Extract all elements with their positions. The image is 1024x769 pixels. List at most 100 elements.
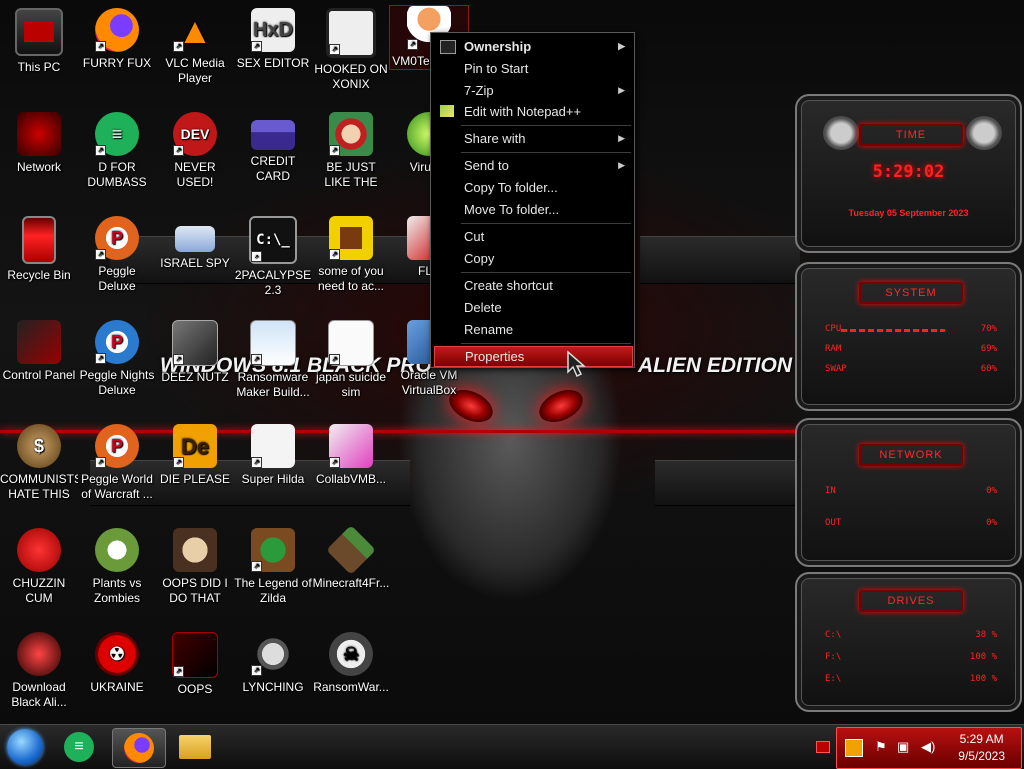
wallpaper-text-right: ALIEN EDITION 20: [638, 354, 822, 377]
desktop-icon[interactable]: ≡ ↗ D FOR DUMBASS: [78, 112, 156, 190]
icon-label: Recycle Bin: [7, 268, 71, 282]
taskbar-file-explorer[interactable]: [176, 728, 214, 766]
menu-separator: [461, 152, 631, 153]
desktop-icon[interactable]: Minecraft4Fr...: [312, 525, 390, 591]
menu-item-properties[interactable]: Properties: [434, 346, 633, 367]
shortcut-arrow-icon: ↗: [251, 665, 262, 676]
desktop-icon[interactable]: ↗ japan suicide sim: [312, 320, 390, 400]
desktop-icon[interactable]: Recycle Bin: [0, 216, 78, 283]
desktop-icon[interactable]: Control Panel: [0, 320, 78, 383]
action-center-flag-icon[interactable]: ⚑: [875, 739, 887, 755]
network-out-row: OUT 0%: [825, 518, 997, 528]
desktop-icon[interactable]: ↗ HOOKED ON XONIX: [312, 8, 390, 92]
desktop-icon[interactable]: DEV ↗ NEVER USED!: [156, 112, 234, 190]
wallpaper-band: [655, 460, 800, 506]
desktop-icon[interactable]: ☠ RansomWar...: [312, 632, 390, 695]
desktop-icon[interactable]: ↗ FURRY FUX: [78, 8, 156, 71]
desktop-icon[interactable]: ↗ The Legend of Zilda: [234, 528, 312, 606]
desktop-icon[interactable]: ↗ LYNCHING: [234, 632, 312, 695]
desktop-icon[interactable]: ☢ UKRAINE: [78, 632, 156, 695]
desktop-icon[interactable]: Plants vs Zombies: [78, 528, 156, 606]
menu-separator: [461, 125, 631, 126]
widget-clock: 5:29:02: [872, 162, 945, 182]
icon-label: DIE PLEASE: [159, 472, 231, 486]
desktop-icon[interactable]: ↗ CollabVMB...: [312, 424, 390, 487]
menu-item-move-to-folder[interactable]: Move To folder...: [434, 199, 631, 220]
context-menu: Ownership ▶ Pin to Start 7-Zip ▶ Edit wi…: [430, 32, 635, 368]
taskbar-chat-app[interactable]: ≡: [60, 728, 98, 766]
desktop-icon[interactable]: ISRAEL SPY: [156, 216, 234, 271]
menu-item-rename[interactable]: Rename: [434, 319, 631, 340]
icon-label: Plants vs Zombies: [92, 576, 142, 605]
time-widget-title: TIME: [859, 124, 963, 146]
menu-item-edit-notepad[interactable]: Edit with Notepad++: [434, 101, 631, 122]
desktop-icon[interactable]: HxD ↗ SEX EDITOR: [234, 8, 312, 71]
icon-label: VLC Media Player: [165, 56, 225, 85]
shortcut-arrow-icon: ↗: [329, 354, 340, 365]
taskbar: ≡ ⚑ ▣ ◀) 5:29 AM 9/5/2023: [0, 724, 1024, 769]
icon-label: Control Panel: [2, 368, 76, 382]
desktop-icon[interactable]: P ↗ Peggle World of Warcraft ...: [78, 424, 156, 502]
desktop-icon[interactable]: P ↗ Peggle Nights Deluxe: [78, 320, 156, 398]
icon-label: Peggle Nights Deluxe: [79, 368, 155, 397]
network-widget: NETWORK IN 0% OUT 0%: [795, 418, 1022, 567]
taskbar-clock[interactable]: 5:29 AM 9/5/2023: [958, 731, 1005, 765]
desktop-icon[interactable]: This PC: [0, 8, 78, 75]
network-in-row: IN 0%: [825, 486, 997, 496]
icon-label: CREDIT CARD CHECKER: [250, 154, 296, 183]
java-tray-icon[interactable]: [845, 739, 863, 757]
menu-item-pin-to-start[interactable]: Pin to Start: [434, 58, 631, 79]
computer-icon: [15, 8, 63, 56]
desktop-icon[interactable]: $ COMMUNISTS HATE THIS G...: [0, 424, 78, 502]
taskbar-firefox[interactable]: [112, 728, 166, 768]
dev-cpp-icon: DEV ↗: [173, 112, 217, 156]
alien-icon: ↗: [172, 632, 218, 678]
desktop-icon[interactable]: ↗ OOPS: [156, 632, 234, 697]
desktop-icon[interactable]: ↗ some of you need to ac...: [312, 216, 390, 294]
desktop-icon[interactable]: CHUZZIN CUM: [0, 528, 78, 606]
network-icon: [17, 112, 61, 156]
show-hidden-icons-button[interactable]: [816, 741, 830, 753]
icon-label: The Legend of Zilda: [234, 576, 312, 605]
menu-item-create-shortcut[interactable]: Create shortcut: [434, 275, 631, 296]
desktop-icon[interactable]: C:\_ ↗ 2PACALYPSE 2.3: [234, 216, 312, 298]
icon-label: CHUZZIN CUM: [12, 576, 66, 605]
mouse-cursor-icon: [567, 350, 586, 378]
menu-separator: [461, 272, 631, 273]
menu-item-send-to[interactable]: Send to ▶: [434, 155, 631, 176]
credit-card-icon: [251, 120, 295, 150]
start-button[interactable]: [6, 728, 44, 766]
hxd-editor-icon: HxD ↗: [251, 8, 295, 52]
shortcut-arrow-icon: ↗: [329, 145, 340, 156]
firefox-icon: [124, 733, 154, 763]
menu-item-copy[interactable]: Copy: [434, 248, 631, 269]
icon-label: OOPS: [177, 682, 213, 696]
menu-item-7zip[interactable]: 7-Zip ▶: [434, 80, 631, 101]
menu-item-copy-to-folder[interactable]: Copy To folder...: [434, 177, 631, 198]
menu-item-ownership[interactable]: Ownership ▶: [434, 36, 631, 57]
desktop[interactable]: WINDOWS 8.1 BLACK PRO ALIEN EDITION 20 T…: [0, 0, 1024, 724]
desktop-icon[interactable]: ↗ Super Hilda: [234, 424, 312, 487]
widget-date: Tuesday 05 September 2023: [848, 208, 969, 218]
desktop-icon[interactable]: ↗ Ransomware Maker Build...: [234, 320, 312, 400]
icon-label: japan suicide sim: [315, 370, 387, 399]
shortcut-arrow-icon: ↗: [95, 353, 106, 364]
swap-row: SWAP 60%: [825, 364, 997, 374]
desktop-icon[interactable]: ▲ ↗ VLC Media Player: [156, 8, 234, 86]
desktop-icon[interactable]: ↗ DEEZ NUTZ: [156, 320, 234, 385]
desktop-icon[interactable]: De ↗ DIE PLEASE: [156, 424, 234, 487]
submenu-arrow-icon: ▶: [618, 41, 625, 51]
desktop-icon[interactable]: ↗ BE JUST LIKE THE DUDE!: [312, 112, 390, 190]
desktop-icon[interactable]: P ↗ Peggle Deluxe: [78, 216, 156, 294]
desktop-icon[interactable]: Download Black Ali...: [0, 632, 78, 710]
menu-item-cut[interactable]: Cut: [434, 226, 631, 247]
menu-item-delete[interactable]: Delete: [434, 297, 631, 318]
icon-label: Peggle World of Warcraft ...: [81, 472, 153, 501]
volume-icon[interactable]: ◀): [921, 739, 935, 755]
network-tray-icon[interactable]: ▣: [897, 739, 909, 755]
desktop-icon[interactable]: CREDIT CARD CHECKER: [234, 112, 312, 184]
menu-item-share-with[interactable]: Share with ▶: [434, 128, 631, 149]
network-widget-title: NETWORK: [859, 444, 963, 466]
desktop-icon[interactable]: Network: [0, 112, 78, 175]
desktop-icon[interactable]: OOPS DID I DO THAT: [156, 528, 234, 606]
